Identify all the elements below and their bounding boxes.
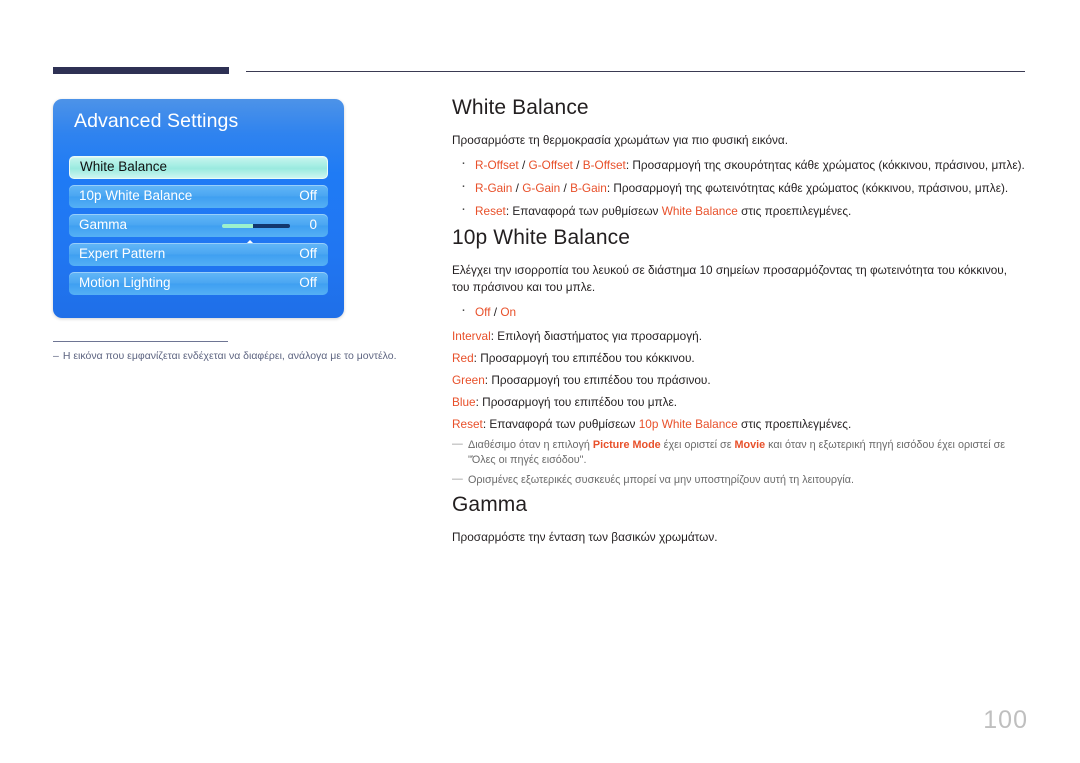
- osd-menu-item-label: Expert Pattern: [79, 246, 166, 261]
- osd-menu-item-value: Off: [299, 275, 317, 290]
- section-heading-white-balance: White Balance: [452, 96, 589, 119]
- note-dash: —: [452, 473, 463, 485]
- osd-menu-list: White Balance 10p White Balance Off Gamm…: [69, 156, 328, 301]
- tenp-line-red: Red: Προσαρμογή του επιπέδου του κόκκινο…: [452, 350, 1025, 366]
- bullet-text: : Προσαρμογή της φωτεινότητας κάθε χρώμα…: [606, 181, 1009, 195]
- line-key: Interval: [452, 329, 491, 343]
- page-number: 100: [983, 706, 1028, 734]
- bullet-sep: /: [572, 158, 583, 172]
- tenp-line-green: Green: Προσαρμογή του επιπέδου του πράσι…: [452, 372, 1025, 388]
- tenp-line-interval: Interval: Επιλογή διαστήματος για προσαρ…: [452, 328, 1025, 344]
- bullet-key: B-Offset: [582, 158, 626, 172]
- line-text: : Προσαρμογή του επιπέδου του πράσινου.: [484, 373, 711, 387]
- line-inline-highlight: 10p White Balance: [638, 417, 738, 431]
- bullet-key: Reset: [475, 204, 506, 218]
- gamma-slider-fill: [222, 224, 253, 228]
- bullet-sep: /: [560, 181, 571, 195]
- osd-menu-item-label: 10p White Balance: [79, 188, 193, 203]
- osd-menu-item-expert-pattern[interactable]: Expert Pattern Off: [69, 243, 328, 266]
- bullet-text: : Προσαρμογή της σκουρότητας κάθε χρώματ…: [625, 158, 1025, 172]
- section-lead-gamma: Προσαρμόστε την ένταση των βασικών χρωμά…: [452, 530, 718, 544]
- line-text: : Προσαρμογή του επιπέδου του μπλε.: [475, 395, 678, 409]
- tenp-line-reset: Reset: Επαναφορά των ρυθμίσεων 10p White…: [452, 416, 1025, 432]
- bullet-text: : Επαναφορά των ρυθμίσεων: [505, 204, 662, 218]
- section-heading-gamma: Gamma: [452, 493, 528, 516]
- note-text: έχει οριστεί σε: [660, 439, 735, 451]
- gamma-slider[interactable]: [222, 224, 290, 228]
- note-highlight-picture-mode: Picture Mode: [592, 439, 661, 451]
- osd-menu-item-value: Off: [299, 246, 317, 261]
- bullet-text: στις προεπιλεγμένες.: [737, 204, 852, 218]
- option-sep: /: [490, 305, 501, 319]
- osd-menu-item-label: Motion Lighting: [79, 275, 171, 290]
- osd-menu-item-gamma[interactable]: Gamma 0: [69, 214, 328, 237]
- tenp-options-list: Off / On: [452, 302, 1025, 320]
- section-heading-10p-white-balance: 10p White Balance: [452, 226, 630, 249]
- gamma-slider-track: [252, 224, 290, 228]
- note-external-devices: — Ορισμένες εξωτερικές συσκευές μπορεί να…: [452, 473, 1025, 488]
- osd-menu-item-value: Off: [299, 188, 317, 203]
- caption-text: Η εικόνα που εμφανίζεται ενδέχεται να δι…: [62, 350, 397, 362]
- bullet-key: G-Offset: [528, 158, 573, 172]
- header-rule: [246, 71, 1025, 72]
- list-item: R-Offset / G-Offset / B-Offset: Προσαρμο…: [452, 155, 1025, 173]
- bullet-key: R-Gain: [475, 181, 513, 195]
- osd-panel-advanced-settings: Advanced Settings White Balance 10p Whit…: [53, 99, 344, 318]
- note-highlight-movie: Movie: [734, 439, 766, 451]
- note-dash: —: [452, 438, 463, 450]
- list-item: Reset: Επαναφορά των ρυθμίσεων White Bal…: [452, 201, 1025, 219]
- osd-menu-item-value: 0: [309, 217, 317, 232]
- section-lead-10p-white-balance: Ελέγχει την ισορροπία του λευκού σε διάσ…: [452, 263, 1008, 294]
- caption-rule: [53, 341, 228, 342]
- osd-menu-item-label: White Balance: [80, 159, 168, 174]
- note-text: Ορισμένες εξωτερικές συσκευές μπορεί να …: [468, 474, 855, 486]
- bullet-sep: /: [518, 158, 529, 172]
- note-text: Διαθέσιμο όταν η επιλογή: [468, 439, 593, 451]
- caption-dash: –: [53, 350, 59, 362]
- line-key: Red: [452, 351, 474, 365]
- list-item: Off / On: [452, 302, 1025, 320]
- line-key: Reset: [452, 417, 483, 431]
- line-key: Blue: [452, 395, 476, 409]
- line-text: : Προσαρμογή του επιπέδου του κόκκινου.: [473, 351, 695, 365]
- bullet-key: R-Offset: [475, 158, 519, 172]
- osd-menu-item-motion-lighting[interactable]: Motion Lighting Off: [69, 272, 328, 295]
- osd-menu-item-10p-white-balance[interactable]: 10p White Balance Off: [69, 185, 328, 208]
- line-text: : Επαναφορά των ρυθμίσεων: [482, 417, 639, 431]
- osd-caption: – Η εικόνα που εμφανίζεται ενδέχεται να δ…: [53, 349, 413, 363]
- line-key: Green: [452, 373, 485, 387]
- bullet-key: G-Gain: [522, 181, 561, 195]
- section-lead-white-balance: Προσαρμόστε τη θερμοκρασία χρωμάτων για …: [452, 133, 789, 147]
- line-text: στις προεπιλεγμένες.: [737, 417, 852, 431]
- list-item: R-Gain / G-Gain / B-Gain: Προσαρμογή της…: [452, 178, 1025, 196]
- bullet-key: B-Gain: [570, 181, 607, 195]
- bullet-sep: /: [512, 181, 523, 195]
- osd-menu-item-label: Gamma: [79, 217, 128, 232]
- osd-menu-item-white-balance[interactable]: White Balance: [69, 156, 328, 179]
- line-text: : Επιλογή διαστήματος για προσαρμογή.: [490, 329, 702, 343]
- option-off: Off: [475, 305, 491, 319]
- option-on: On: [500, 305, 517, 319]
- content-column: White Balance Προσαρμόστε τη θερμοκρασία…: [452, 96, 1025, 546]
- tenp-line-blue: Blue: Προσαρμογή του επιπέδου του μπλε.: [452, 394, 1025, 410]
- header-accent-bar: [53, 67, 229, 74]
- white-balance-bullet-list: R-Offset / G-Offset / B-Offset: Προσαρμο…: [452, 155, 1025, 219]
- note-picture-mode: — Διαθέσιμο όταν η επιλογή Picture Mode έ…: [452, 438, 1025, 468]
- bullet-inline-highlight: White Balance: [661, 204, 738, 218]
- osd-panel-title: Advanced Settings: [74, 110, 239, 132]
